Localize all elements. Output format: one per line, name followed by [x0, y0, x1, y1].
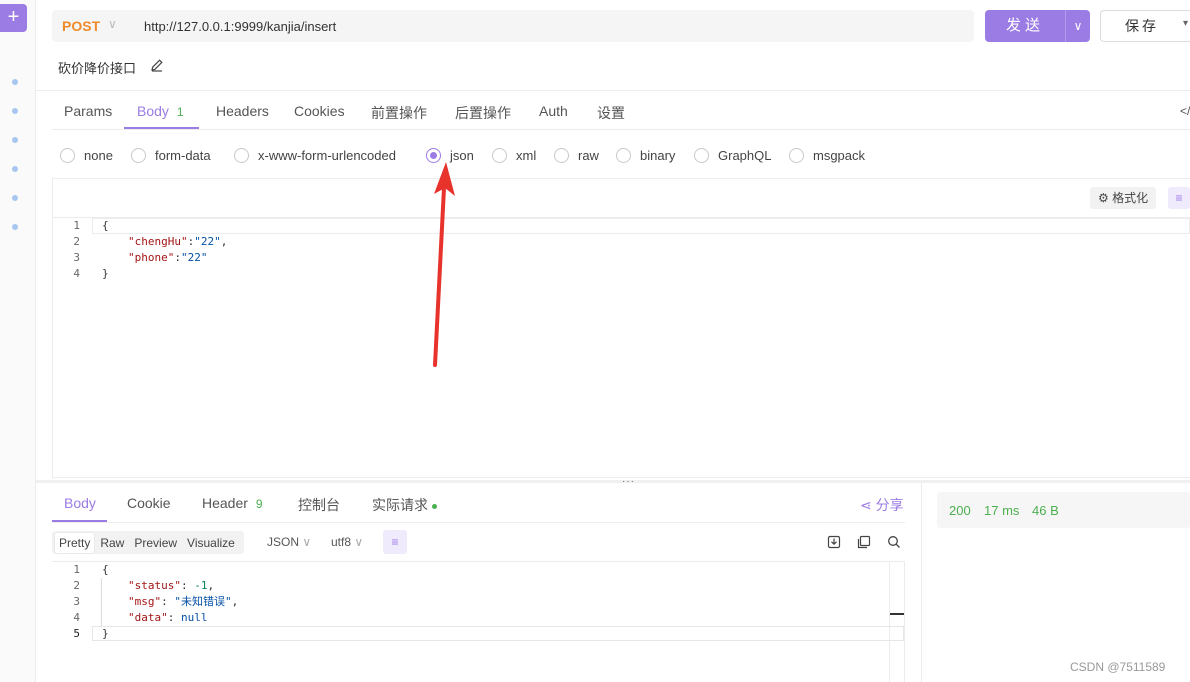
current-line-highlight: [92, 218, 1190, 234]
tab-post-actions[interactable]: 后置操作: [455, 103, 511, 123]
word-wrap-icon[interactable]: ≡: [1168, 187, 1190, 209]
rail-dot[interactable]: [12, 79, 18, 85]
line-number: 1: [73, 219, 80, 232]
view-visualize[interactable]: Visualize: [183, 533, 239, 553]
line-number: 3: [73, 251, 80, 264]
scrollbar[interactable]: [889, 561, 905, 682]
tab-headers[interactable]: Headers: [216, 103, 269, 119]
word-wrap-icon[interactable]: ≡: [383, 530, 407, 554]
indent-guide: [101, 578, 102, 626]
code-line: "data": null: [128, 611, 208, 624]
format-select[interactable]: JSON ∨: [267, 535, 311, 549]
radio-xml[interactable]: xml: [492, 146, 536, 164]
divider: [52, 129, 1190, 130]
line-number: 1: [73, 563, 80, 576]
annotation-arrow-icon: [433, 162, 455, 367]
response-tab-cookie[interactable]: Cookie: [127, 495, 171, 511]
current-line-highlight: [92, 626, 904, 641]
view-pretty[interactable]: Pretty: [55, 532, 95, 553]
share-icon: ⋖: [860, 497, 876, 513]
rail-dot[interactable]: [12, 137, 18, 143]
code-line: "status": -1,: [128, 579, 215, 592]
url-input[interactable]: http://127.0.0.1:9999/kanjia/insert: [144, 19, 336, 34]
code-line: }: [102, 267, 109, 280]
line-number: 5: [73, 627, 80, 640]
radio-none[interactable]: none: [60, 146, 113, 164]
encoding-select[interactable]: utf8 ∨: [331, 535, 363, 549]
rail-dot[interactable]: [12, 108, 18, 114]
radio-raw[interactable]: raw: [554, 146, 599, 164]
left-rail: +: [0, 0, 36, 682]
divider: [921, 483, 922, 682]
body-count-badge: 1: [176, 105, 184, 119]
line-number: 4: [73, 611, 80, 624]
add-icon[interactable]: +: [0, 4, 27, 32]
share-button[interactable]: ⋖ 分享: [860, 495, 904, 515]
code-line: "msg": "未知错误",: [128, 595, 239, 608]
save-button[interactable]: 保存: [1100, 10, 1190, 42]
tab-pre-actions[interactable]: 前置操作: [371, 103, 427, 123]
response-tab-console[interactable]: 控制台: [298, 495, 340, 515]
response-tab-actual-request[interactable]: 实际请求: [372, 495, 437, 515]
response-size: 46 B: [1032, 503, 1059, 518]
status-dot-icon: [432, 503, 437, 509]
view-preview[interactable]: Preview: [130, 533, 181, 553]
scrollbar-thumb[interactable]: [890, 613, 904, 615]
status-code: 200: [949, 503, 971, 518]
tab-cookies[interactable]: Cookies: [294, 103, 345, 119]
tab-settings[interactable]: 设置: [597, 103, 625, 123]
send-options-chevron-icon[interactable]: ∨: [1065, 10, 1090, 42]
rail-dot[interactable]: [12, 224, 18, 230]
code-line: "chengHu":"22",: [128, 235, 228, 248]
copy-icon[interactable]: [857, 535, 871, 549]
divider: [36, 90, 1190, 91]
response-tab-header[interactable]: Header 9: [202, 495, 263, 511]
send-button[interactable]: 发送: [985, 10, 1065, 42]
tab-body[interactable]: Body 1: [137, 103, 184, 119]
url-bar: POST ∨ http://127.0.0.1:9999/kanjia/inse…: [52, 10, 974, 42]
line-number: 2: [73, 235, 80, 248]
radio-graphql[interactable]: GraphQL: [694, 146, 771, 164]
radio-binary[interactable]: binary: [616, 146, 675, 164]
code-collapse-icon[interactable]: </: [1180, 104, 1190, 118]
rail-dot[interactable]: [12, 166, 18, 172]
edit-icon[interactable]: [150, 58, 164, 72]
response-tab-body[interactable]: Body: [64, 495, 96, 511]
search-icon[interactable]: [887, 535, 901, 549]
method-select[interactable]: POST: [62, 18, 100, 34]
radio-form-data[interactable]: form-data: [131, 146, 211, 164]
response-time: 17 ms: [984, 503, 1020, 518]
line-number: 4: [73, 267, 80, 280]
code-line: "phone":"22": [128, 251, 208, 264]
chevron-down-icon[interactable]: ∨: [108, 17, 117, 31]
panel-splitter[interactable]: [36, 480, 1190, 483]
tab-params[interactable]: Params: [64, 103, 112, 119]
divider: [52, 522, 905, 523]
save-options-chevron-icon[interactable]: ▾: [1183, 18, 1188, 29]
code-line: }: [102, 627, 109, 640]
format-button[interactable]: ⚙ 格式化: [1090, 187, 1157, 209]
view-mode-group: Pretty Raw Preview Visualize: [52, 531, 244, 554]
api-name: 砍价降价接口: [58, 61, 137, 76]
line-number: 2: [73, 579, 80, 592]
watermark: CSDN @7511589: [1070, 660, 1166, 674]
download-icon[interactable]: [827, 535, 841, 549]
code-line: {: [102, 563, 109, 576]
tab-auth[interactable]: Auth: [539, 103, 568, 119]
radio-x-www-form-urlencoded[interactable]: x-www-form-urlencoded: [234, 146, 396, 164]
code-line: {: [102, 219, 109, 232]
header-count-badge: 9: [255, 497, 263, 511]
radio-msgpack[interactable]: msgpack: [789, 146, 865, 164]
response-status-panel: [937, 492, 1190, 528]
view-raw[interactable]: Raw: [96, 533, 128, 553]
drag-handle-icon[interactable]: ···: [622, 476, 635, 487]
rail-dot[interactable]: [12, 195, 18, 201]
line-number: 3: [73, 595, 80, 608]
